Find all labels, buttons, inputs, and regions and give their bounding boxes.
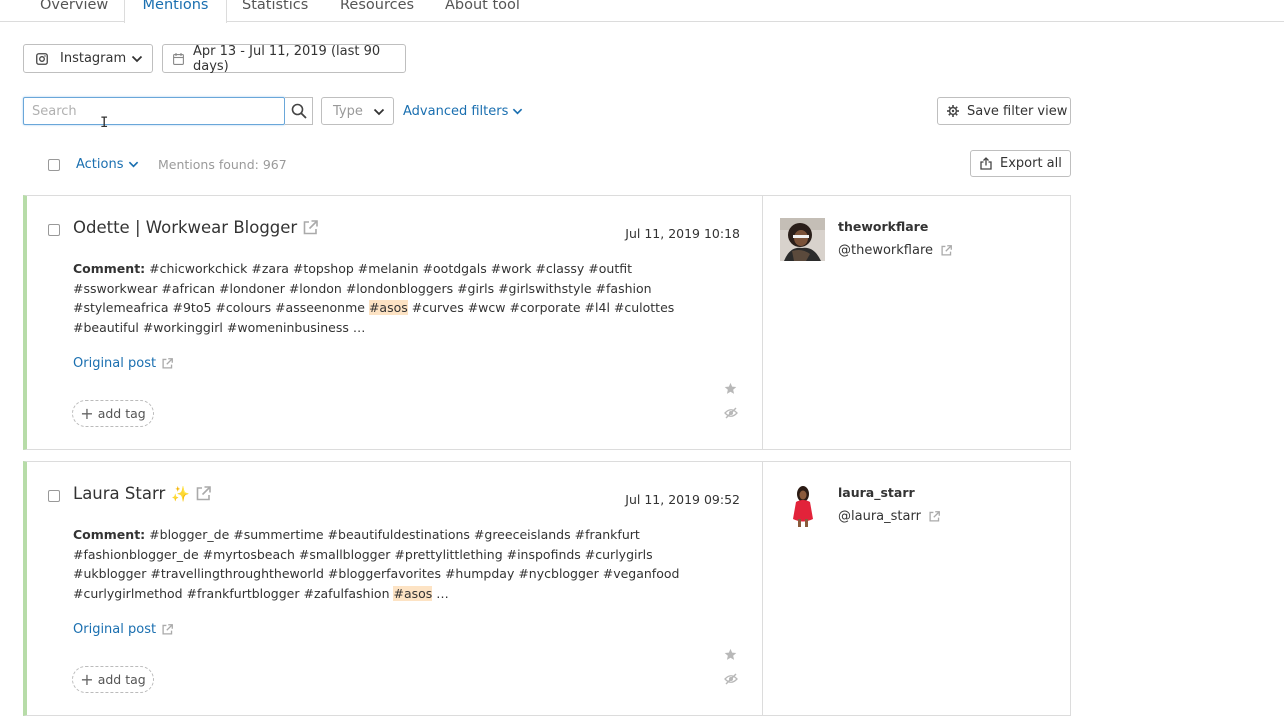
avatar[interactable]	[780, 484, 825, 527]
date-range-label: Apr 13 - Jul 11, 2019 (last 90 days)	[193, 43, 381, 74]
tab-mentions[interactable]: Mentions	[124, 0, 227, 23]
add-tag-label: add tag	[97, 672, 146, 687]
account-name: laura_starr	[838, 485, 915, 500]
comment-text-end: …	[432, 586, 449, 602]
sparkles-icon: ✨	[171, 484, 190, 503]
mention-author[interactable]: Laura Starr ✨	[73, 484, 211, 503]
actions-label: Actions	[76, 157, 124, 172]
external-link-icon	[162, 358, 174, 369]
external-link-icon	[929, 511, 940, 522]
instagram-icon	[36, 52, 48, 65]
select-all-checkbox[interactable]	[48, 159, 60, 171]
external-link-icon[interactable]	[196, 486, 211, 501]
card-divider	[762, 196, 763, 449]
avatar[interactable]	[780, 218, 825, 261]
actions-menu[interactable]: Actions	[76, 157, 139, 172]
mention-date: Jul 11, 2019 10:18	[625, 226, 740, 241]
avatar-image	[780, 484, 825, 527]
chevron-down-icon	[128, 161, 138, 168]
chevron-down-icon	[513, 108, 523, 115]
external-link-icon	[941, 245, 952, 256]
type-select[interactable]: Type	[321, 97, 394, 125]
plus-icon: +	[80, 670, 94, 689]
star-icon[interactable]	[724, 648, 737, 661]
mention-card: Odette | Workwear Blogger Jul 11, 2019 1…	[23, 195, 1071, 450]
eye-slash-icon[interactable]	[724, 673, 738, 685]
mention-author-name: Odette | Workwear Blogger	[73, 218, 298, 237]
mention-date: Jul 11, 2019 09:52	[625, 492, 740, 507]
account-handle-text: @laura_starr	[838, 509, 921, 524]
tab-overview[interactable]: Overview	[40, 0, 108, 22]
platform-select[interactable]: Instagram	[23, 44, 153, 73]
original-post-label: Original post	[73, 622, 157, 637]
save-filter-view-button[interactable]: Save filter view	[937, 97, 1071, 125]
comment-label: Comment:	[73, 527, 146, 542]
external-link-icon[interactable]	[303, 220, 319, 235]
mention-author-name: Laura Starr	[73, 484, 166, 503]
original-post-link[interactable]: Original post	[73, 622, 174, 637]
export-icon	[980, 157, 992, 170]
type-select-placeholder: Type	[333, 103, 363, 119]
date-range-picker[interactable]: Apr 13 - Jul 11, 2019 (last 90 days)	[162, 43, 406, 74]
text-cursor-icon: Ι	[100, 115, 109, 131]
add-tag-label: add tag	[97, 406, 146, 421]
chevron-down-icon	[131, 55, 143, 63]
mention-card: Laura Starr ✨ Jul 11, 2019 09:52 Comment…	[23, 461, 1071, 716]
chevron-down-icon	[373, 108, 385, 116]
eye-slash-icon[interactable]	[724, 407, 738, 419]
comment-label: Comment:	[73, 261, 146, 276]
tab-about-tool[interactable]: About tool	[445, 0, 520, 22]
platform-select-label: Instagram	[60, 51, 127, 66]
original-post-label: Original post	[73, 356, 157, 371]
calendar-icon	[173, 52, 184, 65]
account-name: theworkflare	[838, 219, 929, 234]
search-button[interactable]	[285, 97, 313, 125]
card-divider	[762, 462, 763, 715]
account-handle[interactable]: @laura_starr	[838, 509, 940, 524]
account-handle-text: @theworkflare	[838, 243, 934, 258]
search-icon	[291, 103, 307, 119]
advanced-filters-label: Advanced filters	[403, 104, 509, 119]
export-all-button[interactable]: Export all	[970, 150, 1071, 177]
keyword-highlight: #asos	[393, 586, 433, 602]
tab-bar: Overview Mentions Statistics Resources A…	[0, 0, 1284, 23]
plus-icon: +	[80, 404, 94, 423]
save-filter-view-label: Save filter view	[967, 103, 1068, 119]
mention-checkbox[interactable]	[48, 224, 60, 236]
export-all-label: Export all	[1000, 156, 1062, 171]
star-icon[interactable]	[724, 382, 737, 395]
add-tag-button[interactable]: + add tag	[72, 400, 154, 427]
account-handle[interactable]: @theworkflare	[838, 243, 952, 258]
search-input[interactable]	[23, 97, 285, 125]
keyword-highlight: #asos	[368, 300, 408, 316]
gear-icon	[947, 105, 959, 117]
tab-statistics[interactable]: Statistics	[242, 0, 308, 22]
original-post-link[interactable]: Original post	[73, 356, 174, 371]
advanced-filters-link[interactable]: Advanced filters	[403, 104, 523, 119]
comment-text: #blogger_de #summertime #beautifuldestin…	[73, 527, 680, 602]
mention-comment: Comment: #blogger_de #summertime #beauti…	[73, 525, 693, 604]
mention-author[interactable]: Odette | Workwear Blogger	[73, 218, 319, 237]
mention-comment: Comment: #chicworkchick #zara #topshop #…	[73, 259, 693, 338]
external-link-icon	[162, 624, 174, 635]
add-tag-button[interactable]: + add tag	[72, 666, 154, 693]
mention-checkbox[interactable]	[48, 490, 60, 502]
tab-resources[interactable]: Resources	[340, 0, 414, 22]
mentions-found-count: Mentions found: 967	[158, 157, 287, 172]
avatar-image	[780, 218, 825, 261]
